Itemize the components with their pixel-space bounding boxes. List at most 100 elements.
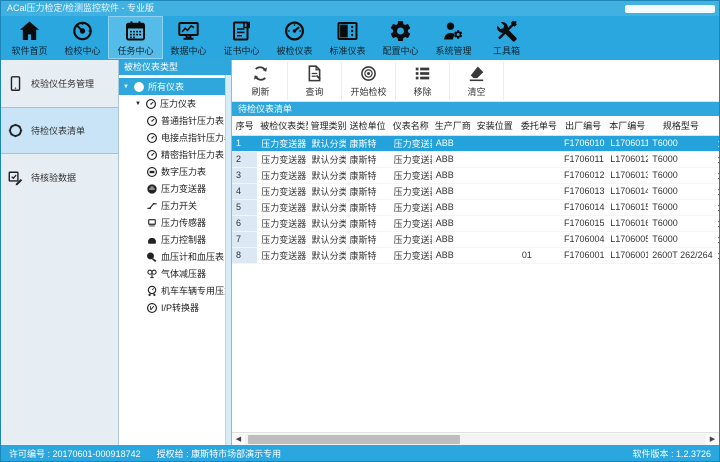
expand-arrow-icon[interactable]: ▼ [122, 84, 130, 90]
all-instruments-icon [133, 81, 145, 93]
tree-item[interactable]: 普通指针压力表 [119, 112, 231, 129]
window-controls[interactable] [625, 5, 715, 13]
table-cell [472, 231, 518, 247]
table-cell: 压力变送器 [257, 247, 307, 263]
scrollbar-track[interactable] [245, 434, 706, 445]
table-cell: 默认分类 [308, 183, 346, 199]
tree-item[interactable]: 压力变送器 [119, 180, 231, 197]
table-cell: 12 月 [713, 247, 719, 263]
action-button[interactable]: 刷新 [234, 62, 288, 100]
action-button[interactable]: 开始检校 [342, 62, 396, 100]
tree-item[interactable]: 数字压力表 [119, 163, 231, 180]
action-button[interactable]: 清空 [450, 62, 504, 100]
table-cell: 康斯特 [346, 183, 390, 199]
tree-item[interactable]: I/P转换器 [119, 299, 231, 316]
action-button[interactable]: 查询 [288, 62, 342, 100]
table-row[interactable]: 5压力变送器默认分类康斯特压力变送器ABBF1706014L1706015T60… [232, 199, 719, 215]
table-header-cell[interactable]: 检校 [713, 116, 719, 135]
status-bar: 许可编号 : 20170601-000918742 授权给 : 康斯特市场部演示… [1, 445, 719, 461]
tree-item[interactable]: 机车车辆专用压力表 [119, 282, 231, 299]
table-row[interactable]: 7压力变送器默认分类康斯特压力变送器ABBF1706004L1706005T60… [232, 231, 719, 247]
table-header-cell[interactable]: 委托单号 [518, 116, 560, 135]
table-cell: 压力变送器 [390, 247, 432, 263]
expand-arrow-icon[interactable]: ▼ [134, 101, 142, 107]
table-cell: 康斯特 [346, 215, 390, 231]
toolbar-item[interactable]: 数据中心 [162, 17, 215, 58]
table-header-cell[interactable]: 本厂编号 [606, 116, 648, 135]
table-header-cell[interactable]: 序号 [232, 116, 257, 135]
tree-item[interactable]: 电接点指针压力表 [119, 129, 231, 146]
table-row[interactable]: 4压力变送器默认分类康斯特压力变送器ABBF1706013L1706014T60… [232, 183, 719, 199]
table-cell: ABB [432, 215, 472, 231]
table-cell: T6000 [648, 167, 713, 183]
toolbar-item[interactable]: 工具箱 [480, 17, 533, 58]
main-toolbar: 软件首页 检校中心 任务中心 数据中心 证书中心 被检仪表 标准仪表 配置中心 … [1, 16, 719, 60]
tree-vertical-scrollbar[interactable] [225, 75, 231, 445]
table-header-cell[interactable]: 仪表名称 [390, 116, 432, 135]
sidebar-item[interactable]: 校验仪任务管理 [1, 60, 118, 107]
table-header-cell[interactable]: 管理类别 [308, 116, 346, 135]
blood-pressure-icon [146, 251, 158, 263]
table-cell [518, 231, 560, 247]
table-cell: ABB [432, 183, 472, 199]
toolbar-item[interactable]: 标准仪表 [321, 17, 374, 58]
clear-icon [467, 64, 486, 83]
toolbar-item[interactable]: 配置中心 [374, 17, 427, 58]
table-header-cell[interactable]: 被检仪表类型 [257, 116, 307, 135]
toolbar-item[interactable]: 系统管理 [427, 17, 480, 58]
toolbar-item[interactable]: 软件首页 [3, 17, 56, 58]
tree-item[interactable]: ▼ 所有仪表 [119, 78, 231, 95]
toolbar-item[interactable]: 证书中心 [215, 17, 268, 58]
table-cell: L1706011 [606, 135, 648, 151]
table-header-cell[interactable]: 安装位置 [472, 116, 518, 135]
action-button[interactable]: 移除 [396, 62, 450, 100]
table-cell: 压力变送器 [390, 135, 432, 151]
table-cell [472, 135, 518, 151]
table-cell: 6 [232, 215, 257, 231]
task-center-icon [123, 19, 148, 43]
pressure-transmitter-icon [146, 183, 158, 195]
tree-item[interactable]: 气体减压器 [119, 265, 231, 282]
table-cell: 康斯特 [346, 231, 390, 247]
instruments-table: 序号被检仪表类型管理类别送检单位仪表名称生产厂商安装位置委托单号出厂编号本厂编号… [232, 116, 719, 264]
tree-item[interactable]: ▼ 压力仪表 [119, 95, 231, 112]
tree-item[interactable]: 血压计和血压表 [119, 248, 231, 265]
table-cell: L1706001 [606, 247, 648, 263]
table-cell [518, 199, 560, 215]
precision-gauge-icon [146, 149, 158, 161]
tree-item[interactable]: 精密指针压力表 [119, 146, 231, 163]
sidebar-item[interactable]: 待检仪表清单 [1, 107, 118, 154]
table-cell: 12 月 [713, 215, 719, 231]
table-cell: 压力变送器 [390, 167, 432, 183]
toolbar-item[interactable]: 被检仪表 [268, 17, 321, 58]
table-row[interactable]: 1压力变送器默认分类康斯特压力变送器ABBF1706010L1706011T60… [232, 135, 719, 151]
system-management-icon [441, 19, 466, 43]
scroll-left-arrow-icon[interactable]: ◀ [232, 433, 245, 445]
toolbar-item[interactable]: 检校中心 [56, 17, 109, 58]
sidebar-item[interactable]: 待核验数据 [1, 154, 118, 201]
table-cell: 12 月 [713, 135, 719, 151]
table-cell: 压力变送器 [257, 215, 307, 231]
scrollbar-thumb[interactable] [248, 435, 460, 444]
table-row[interactable]: 8压力变送器默认分类康斯特压力变送器ABB01F1706001L17060012… [232, 247, 719, 263]
table-cell: F1706015 [560, 215, 606, 231]
table-row[interactable]: 6压力变送器默认分类康斯特压力变送器ABBF1706015L1706016T60… [232, 215, 719, 231]
tree-item[interactable]: 压力开关 [119, 197, 231, 214]
table-header-cell[interactable]: 送检单位 [346, 116, 390, 135]
tree-item[interactable]: 压力传感器 [119, 214, 231, 231]
table-header-cell[interactable]: 规格型号 [648, 116, 713, 135]
standard-instrument-icon [335, 19, 360, 43]
table-row[interactable]: 2压力变送器默认分类康斯特压力变送器ABBF1706011L1706012T60… [232, 151, 719, 167]
table-cell: L1706005 [606, 231, 648, 247]
table-header-cell[interactable]: 生产厂商 [432, 116, 472, 135]
tree-item[interactable]: 压力控制器 [119, 231, 231, 248]
scroll-right-arrow-icon[interactable]: ▶ [706, 433, 719, 445]
toolbar-item[interactable]: 任务中心 [109, 17, 162, 58]
table-row[interactable]: 3压力变送器默认分类康斯特压力变送器ABBF1706012L1706013T60… [232, 167, 719, 183]
license-number: 许可编号 : 20170601-000918742 [9, 447, 141, 460]
table-cell: L1706013 [606, 167, 648, 183]
table-cell [472, 183, 518, 199]
table-header-cell[interactable]: 出厂编号 [560, 116, 606, 135]
pressure-controller-icon [146, 234, 158, 246]
start-verify-icon [359, 64, 378, 83]
